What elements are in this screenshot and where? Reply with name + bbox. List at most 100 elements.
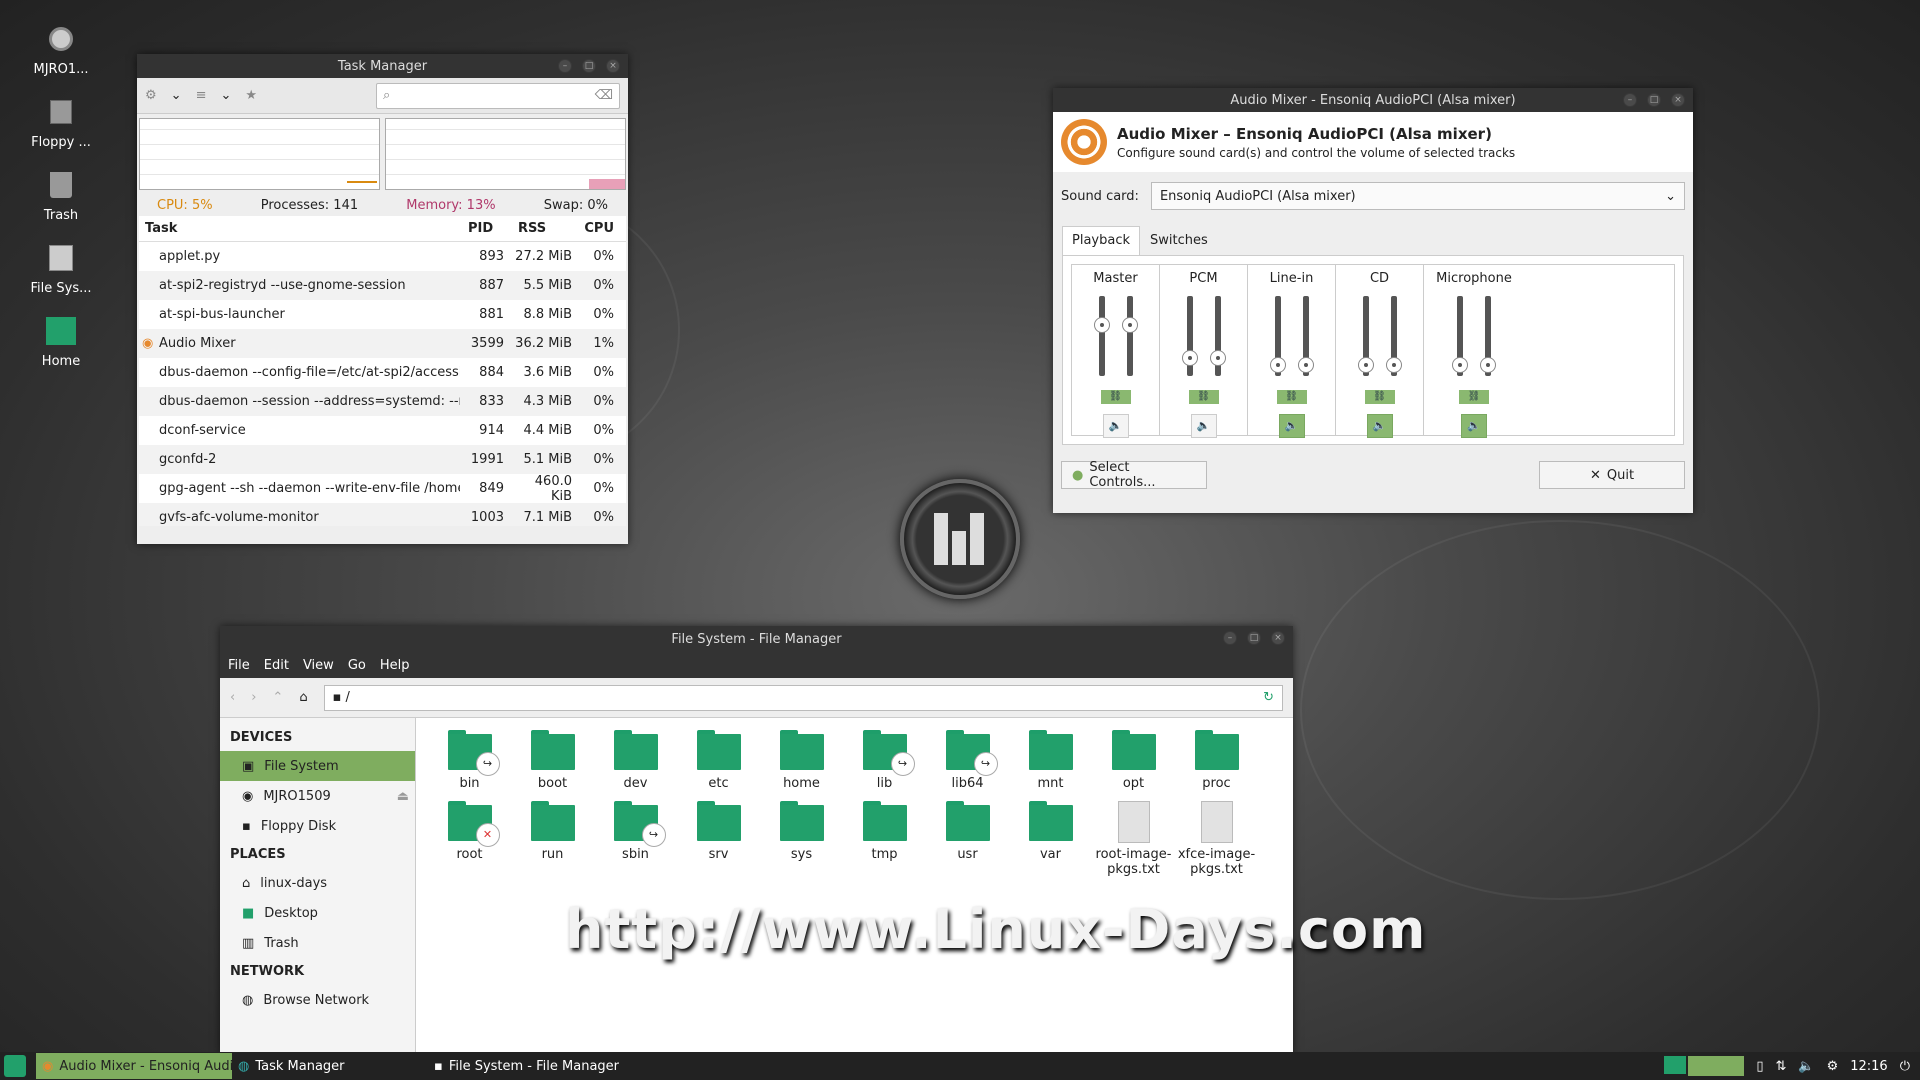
workspace-switcher[interactable] (1664, 1056, 1745, 1076)
slider-knob[interactable] (1297, 356, 1314, 373)
sidebar-item-floppy[interactable]: ▪ Floppy Disk (220, 811, 415, 841)
window-titlebar[interactable]: File System - File Manager – □ × (220, 626, 1293, 652)
slider-knob[interactable] (1093, 317, 1110, 334)
volume-slider[interactable] (1121, 296, 1138, 376)
slider-knob[interactable] (1269, 356, 1286, 373)
minimize-button[interactable]: – (1623, 93, 1637, 107)
file-item[interactable]: etc (677, 730, 760, 791)
volume-slider[interactable] (1357, 296, 1374, 376)
link-channels-button[interactable]: ⛓ (1459, 390, 1489, 404)
clock[interactable]: 12:16 (1850, 1059, 1887, 1074)
quit-button[interactable]: ✕ Quit (1539, 461, 1685, 489)
table-row[interactable]: gconfd-2 1991 5.1 MiB 0% (139, 445, 626, 474)
taskbar-item-task-manager[interactable]: ◍ Task Manager (232, 1053, 428, 1079)
chevron-down-icon[interactable]: ⌄ (171, 88, 182, 103)
volume-slider[interactable] (1181, 296, 1198, 376)
volume-slider[interactable] (1452, 296, 1468, 376)
menu-file[interactable]: File (228, 658, 250, 673)
chevron-down-icon[interactable]: ⌄ (220, 88, 231, 103)
column-pid[interactable]: PID (460, 221, 510, 236)
slider-knob[interactable] (1121, 317, 1138, 334)
sidebar-item-desktop[interactable]: ■ Desktop (220, 898, 415, 928)
table-row[interactable]: gvfs-afc-volume-monitor 1003 7.1 MiB 0% (139, 503, 626, 526)
mute-button[interactable]: 🔈 (1190, 414, 1217, 438)
file-item[interactable]: tmp (843, 801, 926, 877)
taskbar-item-file-manager[interactable]: ▪ File System - File Manager (428, 1053, 688, 1079)
star-icon[interactable]: ★ (245, 88, 257, 103)
column-rss[interactable]: RSS (510, 221, 578, 236)
tab-switches[interactable]: Switches (1140, 226, 1218, 255)
table-row[interactable]: gpg-agent --sh --daemon --write-env-file… (139, 474, 626, 504)
table-row[interactable]: at-spi-bus-launcher 881 8.8 MiB 0% (139, 300, 626, 329)
link-channels-button[interactable]: ⛓ (1276, 390, 1307, 404)
desktop-icon-trash[interactable]: Trash (20, 168, 102, 223)
menu-help[interactable]: Help (380, 658, 410, 673)
file-item[interactable]: usr (926, 801, 1009, 877)
mute-button[interactable]: 🔈 (1278, 414, 1305, 438)
link-channels-button[interactable]: ⛓ (1188, 390, 1219, 404)
file-item[interactable]: ✕ root (428, 801, 511, 877)
desktop-icon-floppy[interactable]: Floppy ... (20, 95, 102, 150)
file-item[interactable]: ↪ lib (843, 730, 926, 791)
table-row[interactable]: at-spi2-registryd --use-gnome-session 887… (139, 271, 626, 300)
sidebar-item-linux-days[interactable]: ⌂ linux-days (220, 868, 415, 898)
volume-slider[interactable] (1269, 296, 1286, 376)
volume-slider[interactable] (1297, 296, 1314, 376)
window-titlebar[interactable]: Task Manager – □ × (137, 54, 628, 78)
minimize-button[interactable]: – (1223, 631, 1237, 645)
file-item[interactable]: xfce-image-pkgs.txt (1175, 801, 1258, 877)
clear-icon[interactable]: ⌫ (595, 88, 613, 103)
link-channels-button[interactable]: ⛓ (1100, 390, 1131, 404)
eject-icon[interactable]: ⏏ (397, 789, 409, 804)
sidebar-item-trash[interactable]: ▥ Trash (220, 928, 415, 958)
location-bar[interactable]: ▪ / ↻ (323, 684, 1283, 711)
slider-knob[interactable] (1452, 356, 1468, 373)
file-item[interactable]: home (760, 730, 843, 791)
sidebar-item-filesystem[interactable]: ▣ File System (220, 751, 415, 781)
file-item[interactable]: ↪ bin (428, 730, 511, 791)
sidebar-item-browse-network[interactable]: ◍ Browse Network (220, 985, 415, 1015)
table-row[interactable]: dbus-daemon --session --address=systemd:… (139, 387, 626, 416)
maximize-button[interactable]: □ (1647, 93, 1661, 107)
network-icon[interactable]: ⇅ (1775, 1059, 1786, 1074)
select-controls-button[interactable]: ● Select Controls... (1061, 460, 1207, 490)
file-item[interactable]: boot (511, 730, 594, 791)
settings-icon[interactable]: ⚙ (145, 88, 157, 103)
file-item[interactable]: var (1009, 801, 1092, 877)
search-input[interactable]: ⌕ ⌫ (376, 82, 620, 109)
back-icon[interactable]: ‹ (230, 690, 235, 705)
desktop-icon-mjro[interactable]: MJRO1... (20, 22, 102, 77)
desktop-icon-filesystem[interactable]: File Sys... (20, 241, 102, 296)
column-task[interactable]: Task (139, 221, 460, 236)
file-item[interactable]: sys (760, 801, 843, 877)
home-icon[interactable]: ⌂ (299, 690, 307, 705)
volume-slider[interactable] (1209, 296, 1226, 376)
menu-go[interactable]: Go (348, 658, 366, 673)
slider-knob[interactable] (1385, 356, 1402, 373)
file-item[interactable]: mnt (1009, 730, 1092, 791)
file-item[interactable]: srv (677, 801, 760, 877)
maximize-button[interactable]: □ (582, 59, 596, 73)
volume-slider[interactable] (1385, 296, 1402, 376)
logout-icon[interactable]: ⏻ (1900, 1059, 1910, 1074)
sound-card-select[interactable]: Ensoniq AudioPCI (Alsa mixer) ⌄ (1150, 182, 1685, 210)
file-item[interactable]: ↪ lib64 (926, 730, 1009, 791)
mute-button[interactable]: 🔈 (1102, 414, 1129, 438)
sidebar-item-mjro1509[interactable]: ◉ MJRO1509 ⏏ (220, 781, 415, 811)
volume-icon[interactable]: 🔈 (1798, 1059, 1814, 1074)
volume-slider[interactable] (1093, 296, 1110, 376)
file-item[interactable]: opt (1092, 730, 1175, 791)
table-row[interactable]: applet.py 893 27.2 MiB 0% (139, 242, 626, 271)
table-row[interactable]: dbus-daemon --config-file=/etc/at-spi2/a… (139, 358, 626, 387)
tab-playback[interactable]: Playback (1062, 226, 1141, 255)
start-menu-button[interactable] (4, 1055, 26, 1077)
refresh-icon[interactable]: ↻ (1263, 690, 1274, 705)
slider-knob[interactable] (1357, 356, 1374, 373)
menu-view[interactable]: View (303, 658, 334, 673)
slider-knob[interactable] (1181, 349, 1198, 366)
file-item[interactable]: proc (1175, 730, 1258, 791)
link-channels-button[interactable]: ⛓ (1364, 390, 1395, 404)
window-titlebar[interactable]: Audio Mixer - Ensoniq AudioPCI (Alsa mix… (1053, 88, 1693, 112)
clipboard-icon[interactable]: ▯ (1756, 1059, 1763, 1074)
taskbar-item-audio-mixer[interactable]: ◉ Audio Mixer - Ensoniq Audi... (36, 1053, 232, 1079)
